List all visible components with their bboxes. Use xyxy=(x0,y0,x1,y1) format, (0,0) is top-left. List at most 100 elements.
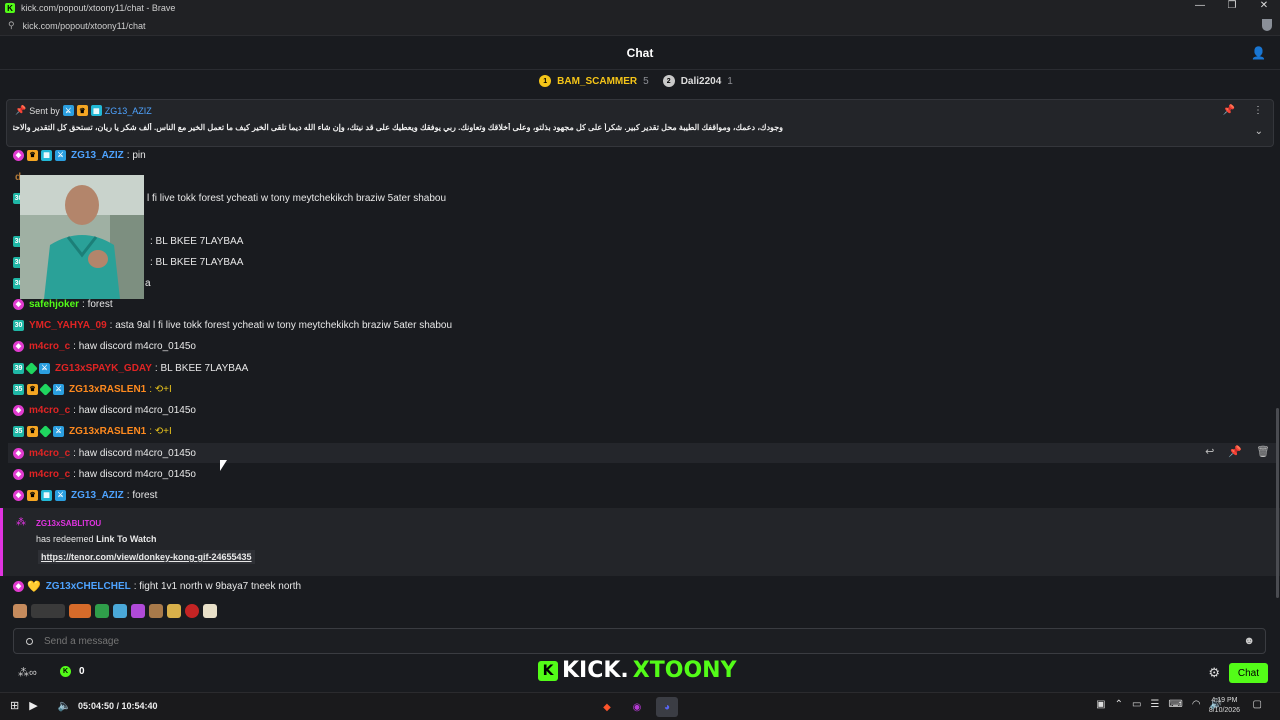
username[interactable]: YMC_YAHYA_09 xyxy=(29,320,107,331)
moderator-badge-icon: ⚔ xyxy=(53,425,64,437)
delete-icon[interactable]: 🗑 xyxy=(1256,445,1270,458)
chat-header: Chat 👤 xyxy=(0,36,1280,70)
recent-emotes xyxy=(13,604,217,618)
subscriber-badge-icon: 39 xyxy=(13,362,24,374)
mouse-cursor xyxy=(220,460,227,471)
pinned-username[interactable]: ZG13_AZIZ xyxy=(105,106,152,116)
message-text: : haw discord m4cro_0145o xyxy=(73,404,196,416)
chat-message[interactable]: ◆ 💛 ZG13xCHELCHEL : fight 1v1 north w 9b… xyxy=(13,577,301,595)
gear-icon[interactable]: ⚙ xyxy=(1208,665,1220,681)
unpin-icon[interactable]: 📌 xyxy=(1223,105,1235,116)
username[interactable]: m4cro_c xyxy=(29,469,70,480)
keyboard-icon[interactable]: ⌨ xyxy=(1168,699,1182,710)
chevron-up-icon[interactable]: ⌃ xyxy=(1115,699,1123,710)
chat-message[interactable]: ◆ ♛ ▦ ⚔ ZG13_AZIZ : pin xyxy=(13,148,146,164)
emote-icon[interactable] xyxy=(203,604,217,618)
notification-icon[interactable]: ▢ xyxy=(1253,699,1262,710)
emote-icon[interactable] xyxy=(31,604,65,618)
crown-badge-icon: ♛ xyxy=(27,425,38,437)
username[interactable]: ZG13_AZIZ xyxy=(71,150,124,161)
windows-start-icon[interactable]: ⊞ xyxy=(10,699,19,712)
username[interactable]: ZG13xRASLEN1 xyxy=(69,384,146,395)
username[interactable]: ZG13xSPAYK_GDAY xyxy=(55,363,152,374)
message-input[interactable] xyxy=(44,635,1224,647)
username[interactable]: m4cro_c xyxy=(29,405,70,416)
infinity-icon[interactable]: ⁂∞ xyxy=(18,666,37,679)
redemption-card: ⁂ ZG13xSABLITOU has redeemed Link To Wat… xyxy=(0,508,1280,576)
tablet-icon[interactable]: ▣ xyxy=(1096,699,1105,710)
chat-message[interactable]: ◆ m4cro_c : haw discord m4cro_0145o xyxy=(13,401,196,419)
vip-badge-icon: ◆ xyxy=(13,447,24,459)
chat-message[interactable]: ◆ m4cro_c : haw discord m4cro_0145o xyxy=(13,444,196,462)
pin-message-icon[interactable]: 📌 xyxy=(1228,445,1242,458)
url-bar[interactable]: ⚲ kick.com/popout/xtoony11/chat xyxy=(0,16,1280,36)
brave-app-icon[interactable]: ◆ xyxy=(596,697,618,717)
chat-scrollbar[interactable] xyxy=(1276,408,1279,598)
username[interactable]: ZG13xRASLEN1 xyxy=(69,426,146,437)
chat-message[interactable]: ◆ m4cro_c : haw discord m4cro_0145o xyxy=(13,337,196,355)
crown-badge-icon: ♛ xyxy=(27,149,38,161)
username[interactable]: m4cro_c xyxy=(29,448,70,459)
media-app-icon[interactable]: ◉ xyxy=(626,697,648,717)
chat-message[interactable]: 30 YMC_YAHYA_09 : asta 9al l fi live tok… xyxy=(13,316,452,334)
site-info-icon[interactable]: ⚲ xyxy=(8,20,15,31)
emote-icon[interactable] xyxy=(149,604,163,618)
chevron-down-icon[interactable]: ⌄ xyxy=(1255,126,1263,137)
minimize-button[interactable]: — xyxy=(1184,0,1216,11)
chat-message[interactable]: 35 ♛ ⚔ ZG13xRASLEN1 : ⟲+I xyxy=(13,422,172,440)
moderator-badge-icon: ⚔ xyxy=(39,362,50,374)
channel-points[interactable]: K 0 xyxy=(60,666,85,677)
redeemer-username[interactable]: ZG13xSABLITOU xyxy=(36,519,101,528)
emote-icon[interactable] xyxy=(69,604,91,618)
users-icon[interactable]: 👤 xyxy=(1251,46,1266,60)
chat-title: Chat xyxy=(626,45,654,60)
username[interactable]: safehjoker xyxy=(29,299,79,310)
reply-icon[interactable]: ↩ xyxy=(1205,445,1214,458)
chat-message[interactable]: 39 ⚔ ZG13xSPAYK_GDAY : BL BKEE 7LAYBAA xyxy=(13,359,248,377)
monitor-icon[interactable]: ▭ xyxy=(1132,699,1141,710)
pinned-actions: 📌 ⋮ xyxy=(1223,105,1263,116)
vip-badge-icon: ◆ xyxy=(13,340,24,352)
url-text[interactable]: kick.com/popout/xtoony11/chat xyxy=(23,21,146,31)
system-clock[interactable]: 4:19 PM 8/10/2026 xyxy=(1209,696,1240,716)
chat-message[interactable]: ◆ m4cro_c : haw discord m4cro_0145o xyxy=(13,465,196,483)
playback-time: 05:04:50 / 10:54:40 xyxy=(78,701,158,711)
emote-icon[interactable] xyxy=(113,604,127,618)
emote-icon[interactable] xyxy=(167,604,181,618)
redeemed-link[interactable]: https://tenor.com/view/donkey-kong-gif-2… xyxy=(38,550,255,564)
points-value: 0 xyxy=(79,666,85,677)
emote-icon[interactable] xyxy=(185,604,199,618)
chat-send-button[interactable]: Chat xyxy=(1228,663,1268,683)
more-options-icon[interactable]: ⋮ xyxy=(1253,105,1263,116)
chat-message[interactable]: ◆ ♛ ▦ ⚔ ZG13_AZIZ : forest xyxy=(13,486,157,504)
gifter-name[interactable]: BAM_SCAMMER xyxy=(557,76,637,87)
username[interactable]: ZG13_AZIZ xyxy=(71,490,124,501)
chat-message[interactable]: 35 ♛ ⚔ ZG13xRASLEN1 : ⟲+I xyxy=(13,380,172,398)
close-button[interactable]: ✕ xyxy=(1248,0,1280,11)
username[interactable]: ZG13xCHELCHEL xyxy=(46,581,131,592)
message-text: : ⟲+I xyxy=(149,383,172,395)
network-icon[interactable]: ☰ xyxy=(1150,699,1159,710)
message-input-box[interactable]: ☻ xyxy=(13,628,1266,654)
gifter-name[interactable]: Dali2204 xyxy=(681,76,722,87)
crown-badge-icon: ♛ xyxy=(76,105,88,116)
redemption-text: has redeemed Link To Watch xyxy=(36,534,157,544)
subscriber-badge-icon: 35 xyxy=(13,383,24,395)
play-icon[interactable]: ▶ xyxy=(29,699,37,712)
volume-icon[interactable]: 🔈 xyxy=(58,699,72,712)
emoji-icon[interactable]: ☻ xyxy=(1243,635,1255,647)
message-text: : haw discord m4cro_0145o xyxy=(73,447,196,459)
maximize-button[interactable]: ❐ xyxy=(1216,0,1248,11)
username[interactable]: m4cro_c xyxy=(29,341,70,352)
emote-icon[interactable] xyxy=(131,604,145,618)
wifi-icon[interactable]: ◠ xyxy=(1192,699,1201,710)
verified-badge-icon xyxy=(39,424,52,438)
discord-app-icon[interactable]: ◕ xyxy=(656,697,678,717)
og-badge-icon: ▦ xyxy=(90,105,102,116)
emote-icon[interactable] xyxy=(95,604,109,618)
channel-points-icon: ⁂ xyxy=(16,517,26,528)
brave-shield-icon[interactable] xyxy=(1262,19,1272,31)
subscriber-badge-icon: 35 xyxy=(13,425,24,437)
emote-icon[interactable] xyxy=(13,604,27,618)
silver-rank-icon: 2 xyxy=(662,75,675,87)
